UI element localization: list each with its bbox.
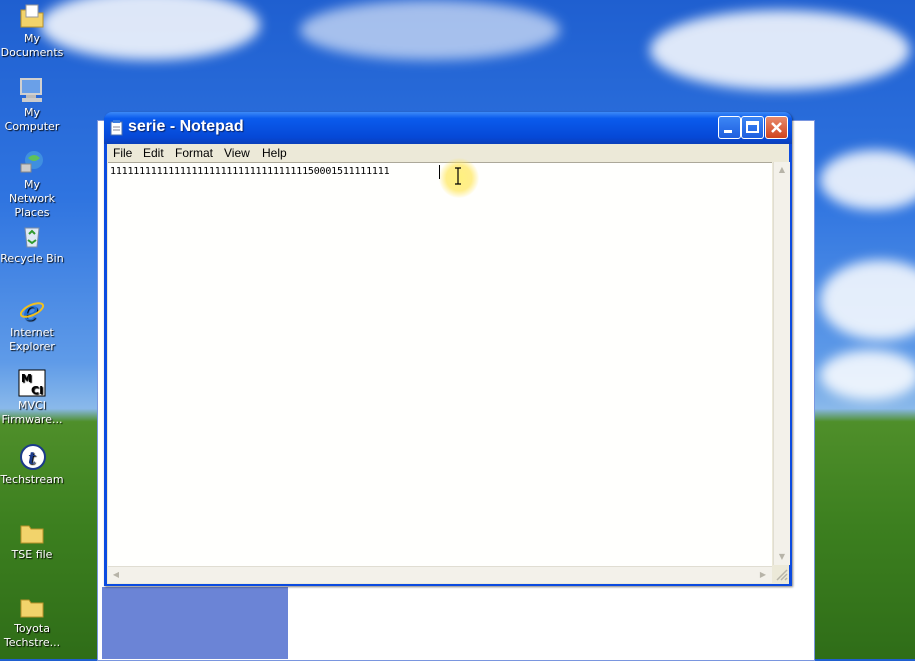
- notepad-window[interactable]: serie - Notepad File Edit Format View He…: [104, 112, 792, 586]
- recycle-bin-icon: [18, 222, 46, 250]
- desktop-icon-label: My: [23, 32, 40, 45]
- scroll-left-icon[interactable]: ◀: [109, 568, 123, 582]
- desktop-icon-label: Internet: [10, 326, 54, 339]
- scroll-right-icon[interactable]: ▶: [756, 568, 770, 582]
- cloud: [650, 10, 910, 90]
- vertical-scrollbar[interactable]: ▲ ▼: [773, 162, 790, 565]
- text-content: 1111111111111111111111111111111111500015…: [110, 166, 390, 177]
- ibeam-cursor-icon: [454, 167, 462, 185]
- desktop-icon-label: Recycle Bin: [0, 252, 64, 265]
- minimize-button[interactable]: [718, 116, 741, 139]
- folder-documents-icon: [18, 2, 46, 30]
- svg-text:t: t: [28, 449, 36, 469]
- computer-icon: [18, 76, 46, 104]
- desktop-icon-label: MVCI: [18, 399, 46, 412]
- desktop-icon-label: Techstream: [0, 473, 64, 486]
- desktop-icon-label: Techstre...: [3, 636, 61, 649]
- menu-format[interactable]: Format: [175, 146, 213, 160]
- menu-edit[interactable]: Edit: [143, 146, 164, 160]
- desktop-icon-label: Computer: [4, 120, 60, 133]
- techstream-icon: t: [18, 443, 46, 471]
- cloud: [820, 260, 915, 340]
- desktop-icon-techstream[interactable]: t Techstream: [0, 443, 64, 487]
- desktop-icon-toyota-techstream[interactable]: Toyota Techstre...: [0, 592, 64, 650]
- desktop-icon-label: TSE file: [11, 548, 53, 561]
- folder-icon: [18, 518, 46, 546]
- desktop-icon-label: My: [23, 106, 40, 119]
- mvci-icon: M CI: [18, 369, 46, 397]
- desktop-icon-internet-explorer[interactable]: e Internet Explorer: [0, 296, 64, 354]
- scroll-up-icon[interactable]: ▲: [775, 163, 789, 177]
- desktop-icon-network-places[interactable]: My Network Places: [0, 148, 64, 220]
- folder-icon: [18, 592, 46, 620]
- menu-bar: File Edit Format View Help: [107, 144, 789, 162]
- network-icon: [18, 148, 46, 176]
- desktop-icon-label: My Network: [9, 178, 55, 205]
- text-caret: [439, 165, 440, 179]
- window-title: serie - Notepad: [128, 118, 244, 135]
- desktop-icon-label: Explorer: [9, 340, 55, 353]
- svg-text:e: e: [23, 297, 38, 324]
- desktop-icon-my-computer[interactable]: My Computer: [0, 76, 64, 134]
- desktop-icon-mvci-firmware[interactable]: M CI MVCI Firmware...: [0, 369, 64, 427]
- notepad-client: File Edit Format View Help 1111111111111…: [107, 144, 790, 584]
- desktop-icon-label: Toyota: [14, 622, 50, 635]
- text-editor[interactable]: 1111111111111111111111111111111111500015…: [108, 158, 772, 566]
- desktop-icon-label: Firmware...: [1, 413, 63, 426]
- internet-explorer-icon: e: [18, 296, 46, 327]
- notepad-icon: [110, 120, 124, 136]
- desktop-icon-label: Places: [14, 206, 50, 219]
- desktop-icon-label: Documents: [0, 46, 64, 59]
- close-button[interactable]: [765, 116, 788, 139]
- cloud: [820, 150, 915, 210]
- cloud: [300, 0, 560, 60]
- cloud: [40, 0, 260, 60]
- close-icon: [771, 122, 782, 133]
- menu-view[interactable]: View: [224, 146, 250, 160]
- desktop-icon-my-documents[interactable]: My Documents: [0, 2, 64, 60]
- maximize-icon: [746, 121, 759, 133]
- maximize-button[interactable]: [741, 116, 764, 139]
- cloud: [820, 350, 915, 400]
- desktop-icon-tse-file[interactable]: TSE file: [0, 518, 64, 562]
- menu-help[interactable]: Help: [262, 146, 287, 160]
- minimize-icon: [724, 130, 732, 133]
- svg-text:CI: CI: [31, 384, 43, 397]
- resize-grip[interactable]: [773, 566, 789, 582]
- background-window-panel: [102, 587, 288, 659]
- horizontal-scrollbar[interactable]: ◀ ▶: [108, 566, 772, 583]
- scroll-down-icon[interactable]: ▼: [775, 550, 789, 564]
- title-bar[interactable]: serie - Notepad: [104, 112, 792, 144]
- menu-file[interactable]: File: [113, 146, 132, 160]
- resize-grip-icon: [776, 569, 788, 581]
- desktop-icon-recycle-bin[interactable]: Recycle Bin: [0, 222, 64, 266]
